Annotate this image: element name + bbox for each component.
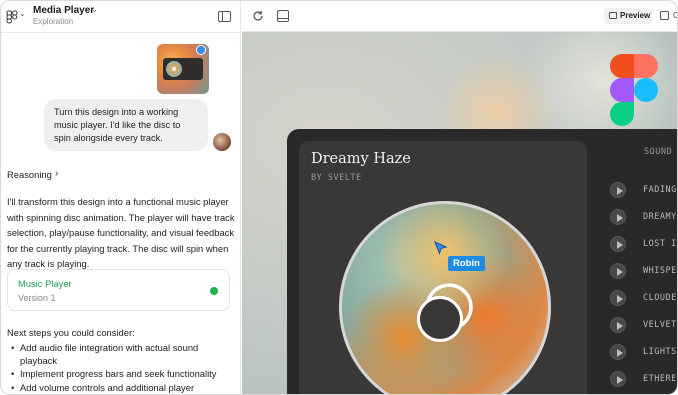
assistant-response: I'll transform this design into a functi…	[7, 196, 235, 269]
play-icon[interactable]	[610, 263, 626, 279]
preview-icon	[609, 12, 617, 19]
preview-stage: Dreamy Haze BY SVELTE Robin SOUND FADING…	[242, 32, 677, 394]
artifact-card[interactable]: Music Player Version 1	[7, 269, 230, 311]
chat-panel: ⌄ Media Player ⌄ Exploration Turn this d…	[1, 1, 241, 394]
now-playing-panel: Dreamy Haze BY SVELTE Robin	[299, 141, 587, 394]
track-name: FADING	[643, 185, 677, 195]
preview-toolbar: Preview C	[242, 1, 677, 32]
track-name: VELVET	[643, 320, 677, 330]
page-title[interactable]: Media Player	[33, 5, 94, 16]
next-steps-list: Add audio file integration with actual s…	[7, 341, 235, 394]
play-icon[interactable]	[610, 236, 626, 252]
track-name: DREAMY	[643, 212, 677, 222]
artifact-title: Music Player	[18, 278, 72, 289]
collaborator-cursor-label: Robin	[448, 256, 485, 271]
music-player: Dreamy Haze BY SVELTE Robin SOUND FADING…	[287, 129, 677, 394]
status-dot-icon	[210, 287, 218, 295]
song-artist: BY SVELTE	[311, 173, 362, 183]
artifact-version: Version 1	[18, 293, 56, 303]
chevron-down-icon[interactable]: ⌄	[91, 5, 98, 14]
list-item: Implement progress bars and seek functio…	[7, 367, 235, 380]
logo-icon[interactable]	[6, 10, 18, 24]
tab-preview-label: Preview	[620, 11, 651, 20]
track-name: LOST I	[643, 239, 677, 249]
play-icon[interactable]	[610, 182, 626, 198]
layout-icon[interactable]	[277, 10, 289, 22]
song-title: Dreamy Haze	[311, 151, 411, 167]
play-icon[interactable]	[610, 317, 626, 333]
chat-header: ⌄ Media Player ⌄ Exploration	[1, 1, 241, 33]
tab-preview[interactable]: Preview	[604, 8, 652, 24]
cursor-arrow-icon	[434, 241, 448, 256]
code-icon[interactable]	[660, 11, 669, 20]
list-item: Add volume controls and additional playe…	[7, 381, 235, 394]
thumbnail-disc	[166, 61, 182, 77]
tab-code-label[interactable]: C	[673, 11, 677, 20]
disc-center-hole	[417, 296, 463, 342]
avatar	[213, 133, 231, 151]
attachment-badge-icon	[196, 45, 206, 55]
app-window: ⌄ Media Player ⌄ Exploration Turn this d…	[0, 0, 678, 395]
user-message: Turn this design into a working music pl…	[44, 99, 208, 151]
play-icon[interactable]	[610, 209, 626, 225]
chevron-down-icon[interactable]: ⌄	[19, 9, 26, 18]
sidebar-toggle-icon[interactable]	[218, 11, 231, 22]
play-icon[interactable]	[610, 344, 626, 360]
track-name: ETHERE	[643, 374, 677, 384]
track-name: LIGHTS	[643, 347, 677, 357]
next-steps-heading: Next steps you could consider:	[7, 327, 135, 338]
reasoning-toggle[interactable]: Reasoning	[7, 169, 52, 180]
tracklist-heading: SOUND	[644, 147, 673, 157]
chevron-right-icon[interactable]: ›	[55, 168, 58, 179]
page-subtitle: Exploration	[33, 17, 74, 26]
list-item: Add audio file integration with actual s…	[7, 341, 235, 367]
track-name: WHISPE	[643, 266, 677, 276]
play-icon[interactable]	[610, 290, 626, 306]
track-name: CLOUDE	[643, 293, 677, 303]
refresh-icon[interactable]	[252, 10, 264, 22]
play-icon[interactable]	[610, 371, 626, 387]
